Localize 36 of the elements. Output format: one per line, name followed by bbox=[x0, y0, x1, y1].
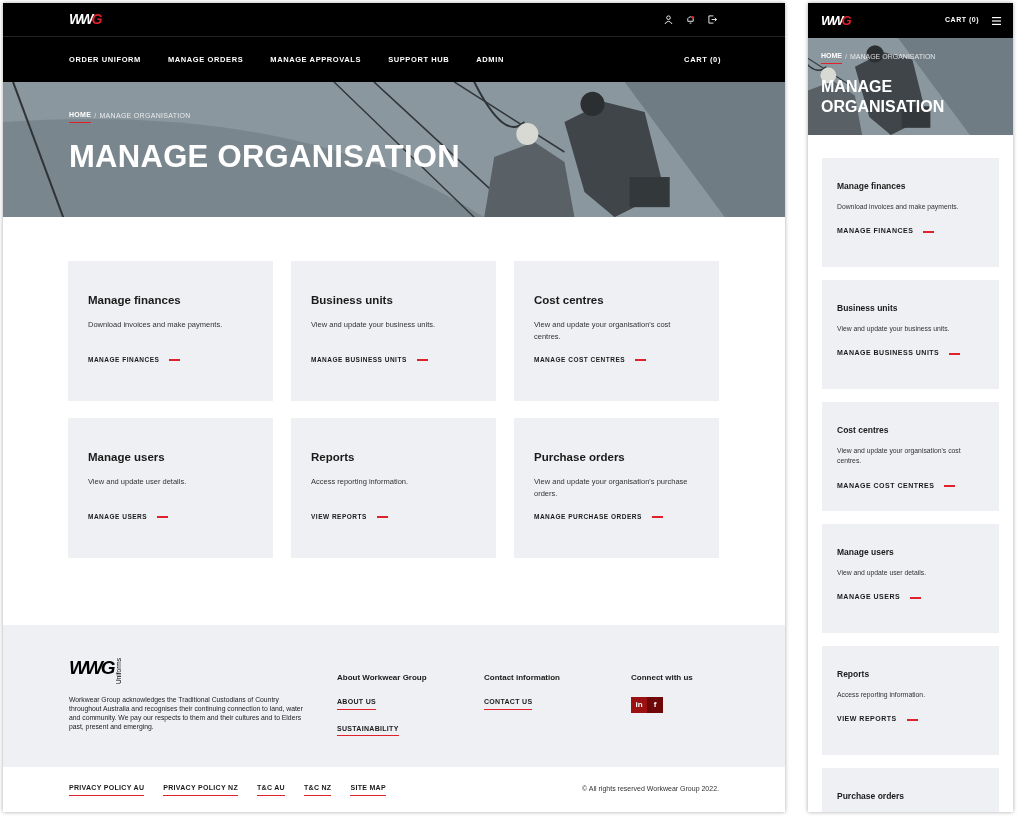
page-title: MANAGE ORGANISATION bbox=[821, 76, 946, 117]
card-title: Business units bbox=[311, 293, 394, 308]
dash-icon[interactable] bbox=[416, 359, 428, 362]
card-title: Manage finances bbox=[88, 293, 182, 308]
card-title: Manage users bbox=[88, 450, 166, 465]
card-title: Business units bbox=[837, 302, 899, 315]
card-title: Cost centres bbox=[837, 424, 890, 437]
card-title: Purchase orders bbox=[837, 790, 906, 803]
logout-icon[interactable] bbox=[708, 15, 717, 24]
card-title: Purchase orders bbox=[534, 450, 626, 465]
social-button[interactable]: f bbox=[647, 697, 663, 713]
bell-icon[interactable] bbox=[686, 15, 695, 24]
menu-icon[interactable] bbox=[992, 16, 1001, 25]
logo[interactable]: WWG bbox=[69, 9, 101, 30]
dash-icon[interactable] bbox=[910, 596, 922, 599]
footer-logo[interactable]: WWG bbox=[69, 658, 114, 677]
user-icon[interactable] bbox=[664, 15, 673, 24]
dash-icon[interactable] bbox=[157, 516, 169, 519]
dash-icon[interactable] bbox=[906, 718, 918, 721]
card-title: Manage users bbox=[837, 546, 895, 559]
dash-icon[interactable] bbox=[635, 359, 647, 362]
card-title: Manage finances bbox=[837, 180, 907, 193]
card-title: Reports bbox=[311, 450, 356, 465]
footer-heading: Connect with us bbox=[631, 672, 694, 684]
card-title: Cost centres bbox=[534, 293, 605, 308]
dash-icon[interactable] bbox=[376, 516, 388, 519]
logo[interactable]: WWG bbox=[821, 10, 850, 31]
dash-icon[interactable] bbox=[651, 516, 663, 519]
footer-heading: Contact information bbox=[484, 672, 561, 684]
dash-icon[interactable] bbox=[169, 359, 181, 362]
dash-icon[interactable] bbox=[944, 485, 956, 487]
dash-icon[interactable] bbox=[949, 352, 961, 355]
social-button[interactable]: in bbox=[631, 697, 647, 713]
card-title: Reports bbox=[837, 668, 871, 681]
footer-heading: About Workwear Group bbox=[337, 672, 428, 684]
dash-icon[interactable] bbox=[923, 230, 935, 233]
